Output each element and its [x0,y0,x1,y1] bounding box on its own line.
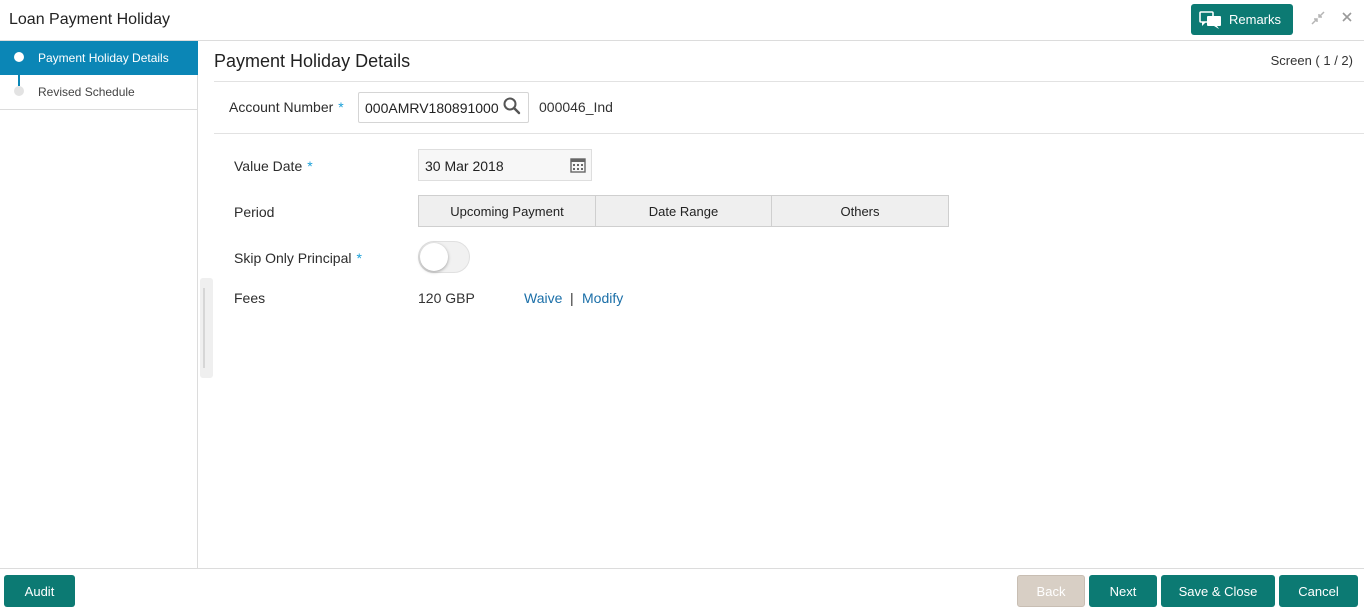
next-button[interactable]: Next [1089,575,1157,607]
period-option-upcoming-payment[interactable]: Upcoming Payment [418,195,596,227]
waive-link[interactable]: Waive [524,290,562,306]
nav-item-revised-schedule[interactable]: Revised Schedule [0,75,198,109]
fees-value: 120 GBP [418,290,475,306]
toggle-knob [420,243,448,271]
account-description: 000046_Ind [539,99,613,115]
fees-label: Fees [234,290,266,306]
nav-divider [0,109,198,110]
account-number-label-text: Account Number [229,99,334,115]
skip-only-principal-label-text: Skip Only Principal [234,250,352,266]
skip-only-principal-label: Skip Only Principal * [234,250,362,266]
nav-item-payment-holiday-details[interactable]: Payment Holiday Details [0,41,198,75]
back-button[interactable]: Back [1017,575,1085,607]
window-title: Loan Payment Holiday [9,11,170,28]
value-date-label-text: Value Date [234,158,303,174]
nav-item-label: Payment Holiday Details [38,51,169,65]
required-mark: * [356,250,362,266]
app-window: Loan Payment Holiday Remarks Payment Hol… [0,0,1364,608]
screen-indicator: Screen ( 1 / 2) [1270,53,1353,68]
chat-icon [1199,10,1221,29]
account-divider [214,133,1364,134]
required-mark: * [307,158,313,174]
step-connector [18,64,20,86]
left-navigation: Payment Holiday Details Revised Schedule [0,41,198,568]
skip-only-principal-toggle[interactable] [418,241,470,273]
nav-item-label: Revised Schedule [38,85,135,99]
value-date-label: Value Date * [234,158,313,174]
required-mark: * [338,99,344,115]
period-label: Period [234,204,275,220]
modify-link[interactable]: Modify [582,290,623,306]
cancel-button[interactable]: Cancel [1279,575,1358,607]
period-option-date-range[interactable]: Date Range [595,195,772,227]
remarks-label: Remarks [1229,12,1282,27]
search-icon[interactable] [503,96,521,116]
period-option-others[interactable]: Others [771,195,949,227]
link-separator: | [570,290,574,306]
save-close-button[interactable]: Save & Close [1161,575,1275,607]
audit-button[interactable]: Audit [4,575,75,607]
title-divider [214,81,1364,82]
close-icon[interactable] [1338,10,1356,28]
panel-splitter-handle[interactable] [200,278,213,378]
remarks-button[interactable]: Remarks [1191,4,1293,35]
footer-bar: Audit Back Next Save & Close Cancel [0,568,1364,608]
step-dot-icon [14,86,24,96]
account-number-label: Account Number * [229,99,344,115]
page-title: Payment Holiday Details [214,51,411,71]
minimize-icon[interactable] [1309,10,1327,28]
calendar-icon[interactable] [570,157,586,173]
step-dot-icon [14,52,24,62]
header-bar: Loan Payment Holiday Remarks [0,0,1364,41]
value-date-input[interactable]: 30 Mar 2018 [418,149,592,181]
